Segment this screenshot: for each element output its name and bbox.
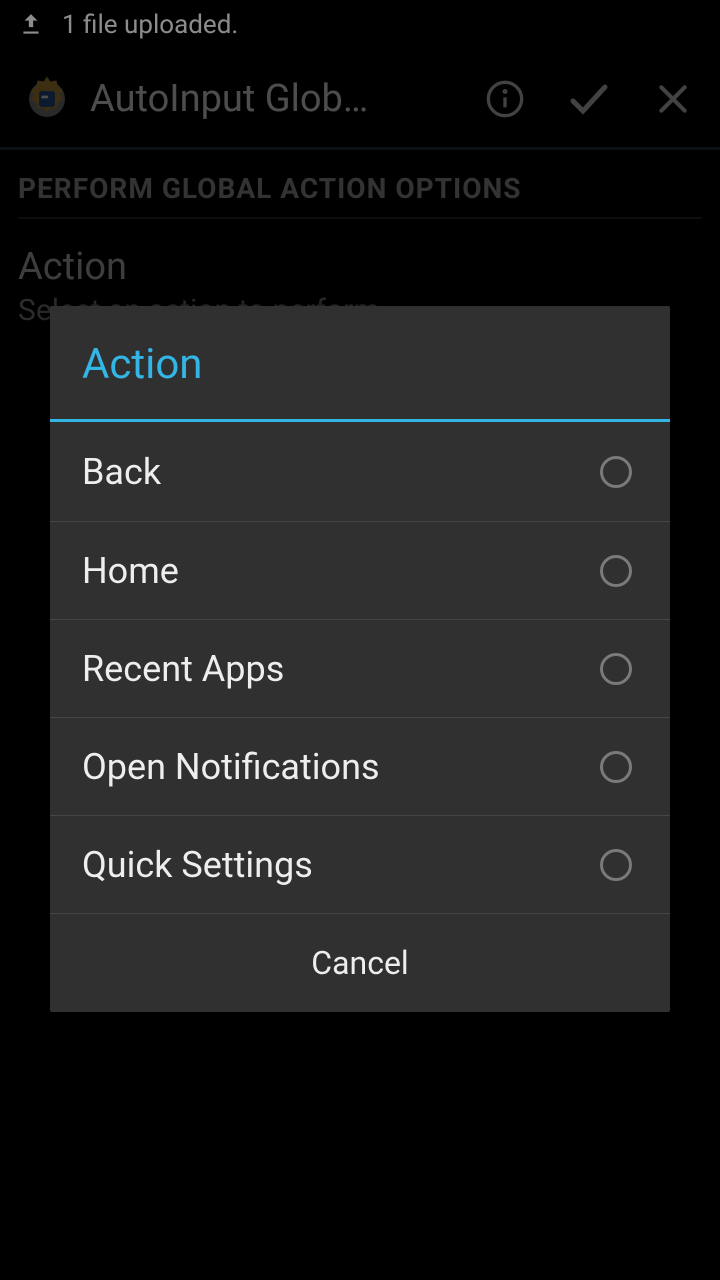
radio-icon <box>600 751 632 783</box>
radio-icon <box>600 849 632 881</box>
option-label: Quick Settings <box>82 844 313 886</box>
dialog-option-back[interactable]: Back <box>50 422 670 522</box>
option-label: Back <box>82 451 161 493</box>
dialog-option-list: Back Home Recent Apps Open Notifications… <box>50 422 670 914</box>
cancel-button[interactable]: Cancel <box>50 914 670 1012</box>
action-dialog: Action Back Home Recent Apps Open Notifi… <box>50 306 670 1012</box>
radio-icon <box>600 653 632 685</box>
dialog-title: Action <box>50 306 670 422</box>
dialog-option-quick-settings[interactable]: Quick Settings <box>50 816 670 914</box>
dialog-option-recent-apps[interactable]: Recent Apps <box>50 620 670 718</box>
option-label: Open Notifications <box>82 746 380 788</box>
radio-icon <box>600 555 632 587</box>
dialog-option-home[interactable]: Home <box>50 522 670 620</box>
option-label: Home <box>82 550 179 592</box>
dialog-option-open-notifications[interactable]: Open Notifications <box>50 718 670 816</box>
option-label: Recent Apps <box>82 648 284 690</box>
radio-icon <box>600 456 632 488</box>
